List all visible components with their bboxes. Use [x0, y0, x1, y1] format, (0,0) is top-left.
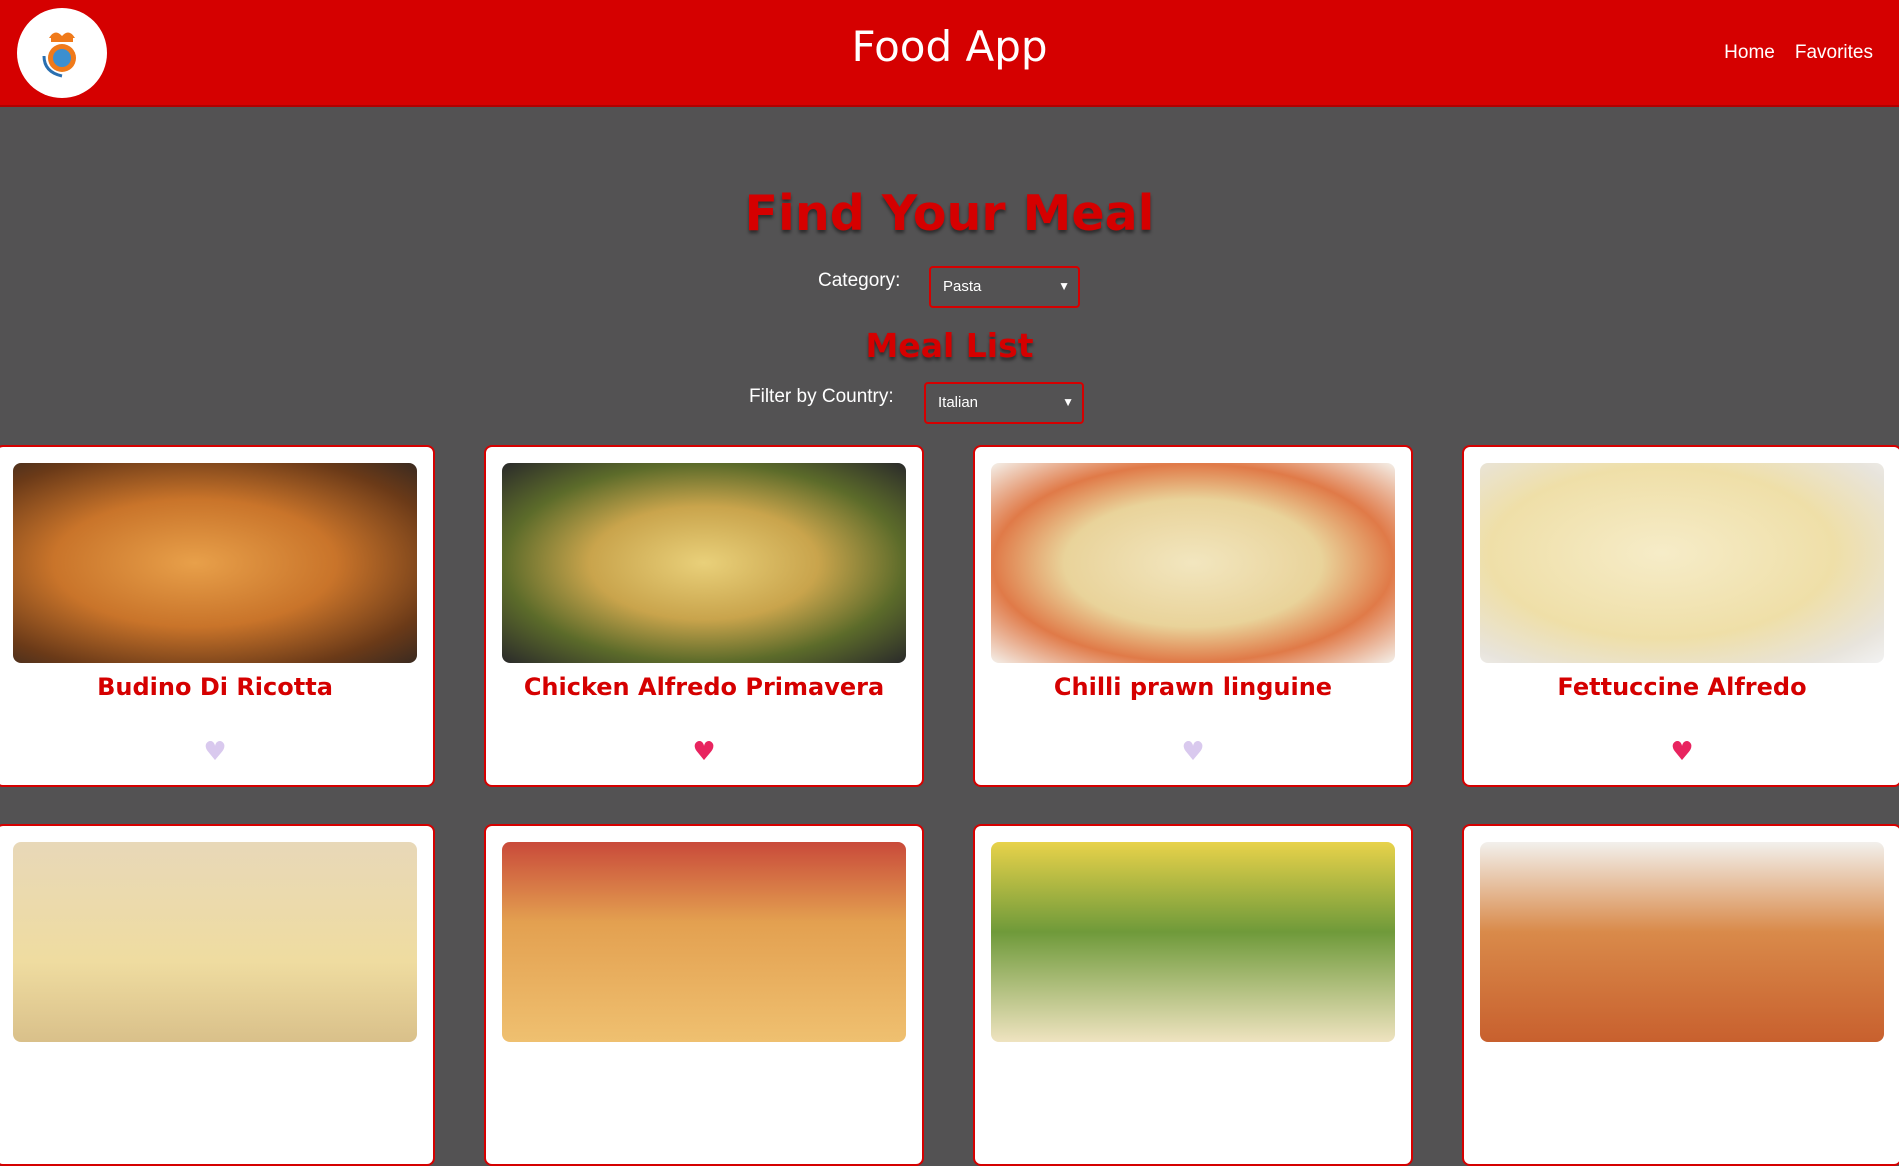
meal-image[interactable] — [1480, 842, 1884, 1042]
meal-image[interactable] — [502, 842, 906, 1042]
chevron-down-icon: ▼ — [1062, 395, 1074, 409]
heart-filled-icon[interactable]: ♥ — [689, 737, 719, 767]
meal-card[interactable]: Budino Di Ricotta ♥ — [0, 445, 435, 787]
meal-card[interactable] — [0, 824, 435, 1166]
meal-image[interactable] — [991, 463, 1395, 663]
meal-grid: Budino Di Ricotta ♥ Chicken Alfredo Prim… — [0, 445, 1899, 1166]
country-selected-value: Italian — [938, 394, 979, 411]
meal-card[interactable]: Chilli prawn linguine ♥ — [973, 445, 1413, 787]
meal-image[interactable] — [1480, 463, 1884, 663]
meal-card[interactable]: Chicken Alfredo Primavera ♥ — [484, 445, 924, 787]
meal-image[interactable] — [502, 463, 906, 663]
main-nav: Home Favorites — [1724, 42, 1873, 64]
chevron-down-icon: ▼ — [1058, 279, 1070, 293]
meal-image[interactable] — [13, 463, 417, 663]
meal-card[interactable] — [973, 824, 1413, 1166]
category-label: Category: — [818, 270, 901, 291]
heart-filled-icon[interactable]: ♥ — [1667, 737, 1697, 767]
heart-outline-icon[interactable]: ♥ — [1178, 737, 1208, 767]
meal-name[interactable]: Chilli prawn linguine — [975, 673, 1411, 701]
category-selected-value: Pasta — [943, 278, 982, 295]
meal-list-title: Meal List — [865, 326, 1034, 365]
nav-favorites-link[interactable]: Favorites — [1795, 42, 1873, 64]
meal-card[interactable] — [484, 824, 924, 1166]
page-title: Find Your Meal — [744, 185, 1155, 242]
country-filter-label: Filter by Country: — [749, 386, 894, 407]
app-title: Food App — [851, 22, 1048, 71]
meal-name[interactable]: Chicken Alfredo Primavera — [486, 673, 922, 701]
nav-home-link[interactable]: Home — [1724, 42, 1775, 64]
meal-image[interactable] — [13, 842, 417, 1042]
app-header: Food App Home Favorites — [0, 0, 1899, 107]
meal-image[interactable] — [991, 842, 1395, 1042]
meal-card[interactable]: Fettuccine Alfredo ♥ — [1462, 445, 1899, 787]
heart-outline-icon[interactable]: ♥ — [200, 737, 230, 767]
country-filter-select[interactable]: Italian ▼ — [924, 382, 1084, 424]
meal-name[interactable]: Fettuccine Alfredo — [1464, 673, 1899, 701]
meal-name[interactable]: Budino Di Ricotta — [0, 673, 433, 701]
category-select[interactable]: Pasta ▼ — [929, 266, 1080, 308]
meal-card[interactable] — [1462, 824, 1899, 1166]
